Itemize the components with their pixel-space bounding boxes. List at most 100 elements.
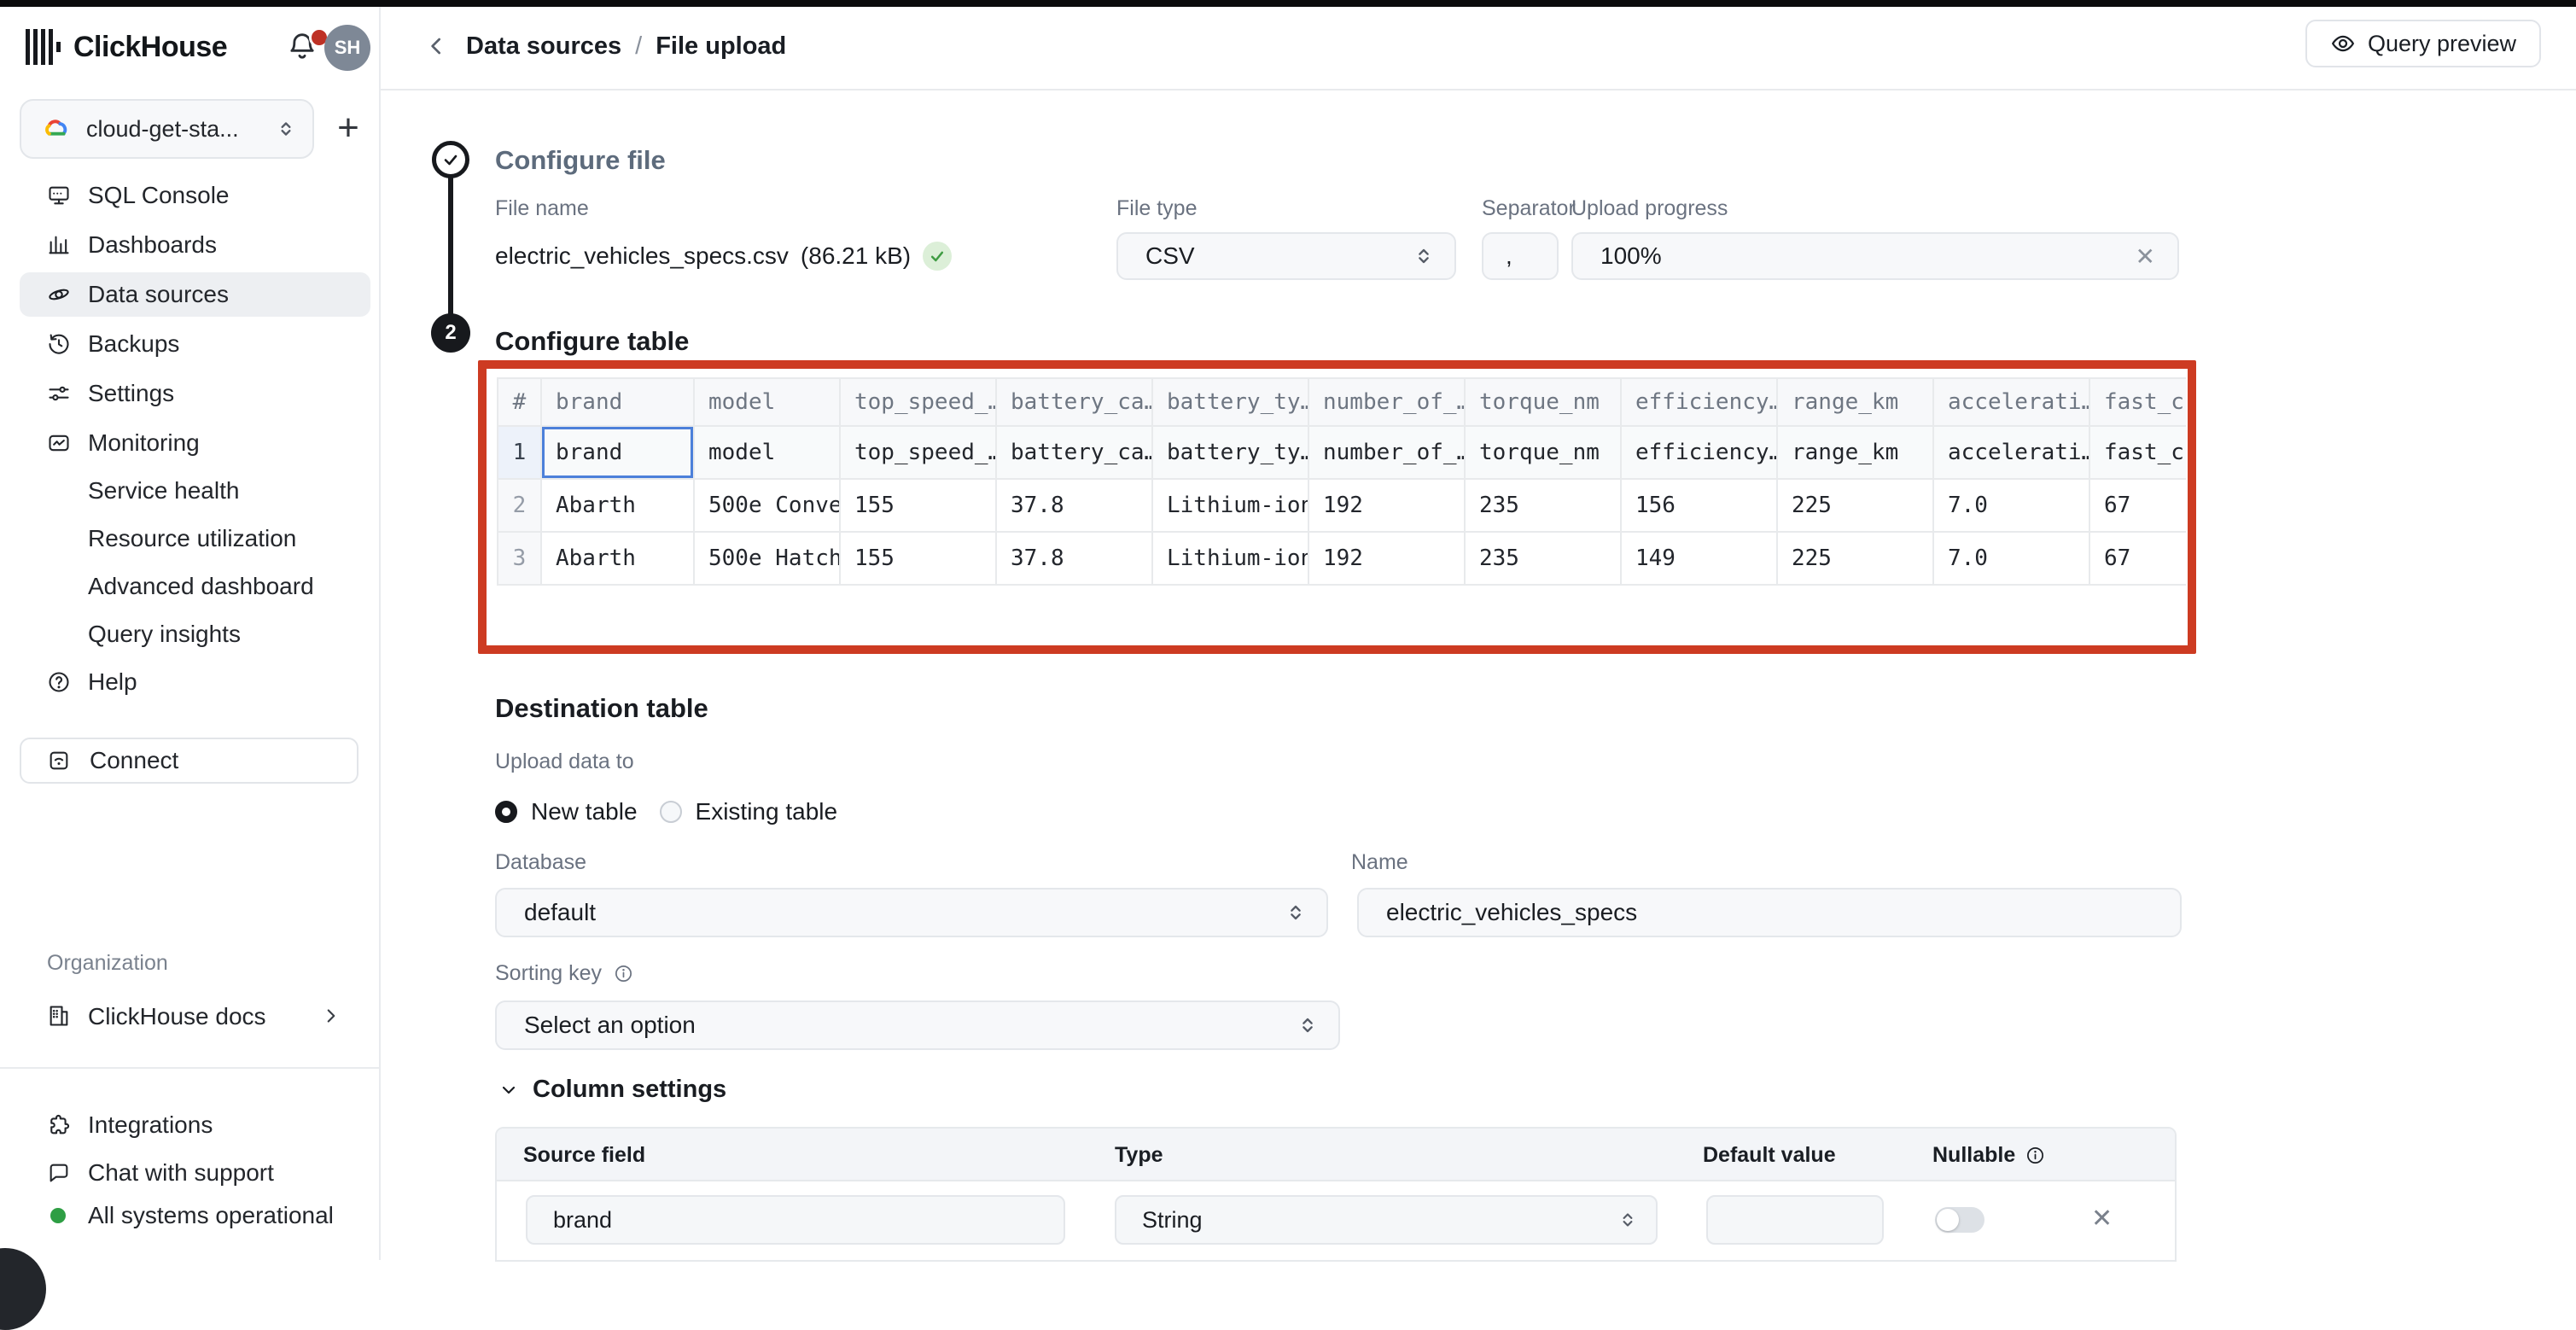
- sidebar-item-backups[interactable]: Backups: [20, 322, 370, 366]
- sidebar-item-integrations[interactable]: Integrations: [20, 1103, 370, 1147]
- file-type-select[interactable]: CSV: [1116, 232, 1456, 280]
- connect-label: Connect: [90, 747, 178, 774]
- preview-cell[interactable]: efficiency…: [1621, 426, 1777, 479]
- preview-cell[interactable]: 500e Hatch…: [694, 532, 840, 585]
- preview-cell[interactable]: 67: [2089, 479, 2186, 532]
- preview-cell[interactable]: 225: [1777, 532, 1933, 585]
- upload-progress-field[interactable]: 100% ✕: [1571, 232, 2179, 280]
- breadcrumb-data-sources[interactable]: Data sources: [466, 32, 621, 61]
- default-value-input[interactable]: [1706, 1195, 1884, 1245]
- column-settings-table: Source field Type Default value Nullable…: [495, 1127, 2177, 1262]
- preview-cell[interactable]: 235: [1465, 532, 1621, 585]
- upload-progress-label: Upload progress: [1571, 196, 1728, 221]
- radio-new-table[interactable]: New table: [495, 798, 638, 825]
- preview-row-number: 1: [498, 426, 541, 479]
- preview-cell[interactable]: 235: [1465, 479, 1621, 532]
- remove-column-icon[interactable]: ✕: [2091, 1204, 2113, 1234]
- upload-data-to-label: Upload data to: [495, 750, 634, 774]
- sidebar-item-advanced-dashboard[interactable]: Advanced dashboard: [20, 564, 370, 609]
- preview-cell[interactable]: 155: [840, 479, 996, 532]
- radio-dot[interactable]: [660, 801, 682, 823]
- radio-existing-table[interactable]: Existing table: [660, 798, 838, 825]
- upload-data-to-options: New table Existing table: [495, 790, 837, 833]
- sidebar-item-service-health[interactable]: Service health: [20, 469, 370, 513]
- preview-cell[interactable]: number_of_…: [1308, 426, 1465, 479]
- chevron-right-icon: [320, 1005, 342, 1027]
- preview-cell[interactable]: Lithium-ion: [1152, 532, 1308, 585]
- database-select[interactable]: default: [495, 888, 1328, 937]
- preview-cell[interactable]: battery_ty…: [1152, 426, 1308, 479]
- type-select[interactable]: String: [1115, 1195, 1658, 1245]
- preview-cell[interactable]: accelerati…: [1933, 426, 2089, 479]
- preview-cell[interactable]: 192: [1308, 479, 1465, 532]
- data-sources-icon: [47, 283, 71, 306]
- sidebar-item-monitoring[interactable]: Monitoring: [20, 421, 370, 465]
- preview-cell[interactable]: 7.0: [1933, 479, 2089, 532]
- name-label: Name: [1351, 850, 1408, 875]
- preview-row-number: 2: [498, 479, 541, 532]
- step-2-indicator: 2: [431, 313, 470, 353]
- sidebar-item-query-insights[interactable]: Query insights: [20, 612, 370, 656]
- preview-cell[interactable]: model: [694, 426, 840, 479]
- sidebar-item-sql-console[interactable]: SQL Console: [20, 173, 370, 218]
- preview-cell[interactable]: 156: [1621, 479, 1777, 532]
- sidebar-item-dashboards[interactable]: Dashboards: [20, 223, 370, 267]
- sidebar-item-label: Dashboards: [88, 231, 217, 259]
- sidebar-item-data-sources[interactable]: Data sources: [20, 272, 370, 317]
- chevron-down-icon: [498, 1080, 519, 1100]
- docs-label: ClickHouse docs: [88, 1003, 266, 1030]
- separator-label: Separator: [1482, 196, 1576, 221]
- column-settings-header: Source field Type Default value Nullable: [497, 1129, 2175, 1181]
- preview-cell[interactable]: range_km: [1777, 426, 1933, 479]
- source-field-input[interactable]: brand: [526, 1195, 1065, 1245]
- column-settings-toggle[interactable]: Column settings: [498, 1076, 726, 1104]
- service-switcher[interactable]: cloud-get-sta...: [20, 99, 314, 159]
- sidebar-item-settings[interactable]: Settings: [20, 371, 370, 416]
- chevron-updown-icon: [1412, 244, 1436, 268]
- sidebar-item-all-systems-operational[interactable]: All systems operational: [20, 1193, 370, 1238]
- preview-cell[interactable]: 192: [1308, 532, 1465, 585]
- breadcrumb-separator: /: [635, 32, 642, 61]
- preview-cell[interactable]: 7.0: [1933, 532, 2089, 585]
- preview-cell[interactable]: Abarth: [541, 532, 694, 585]
- sidebar-item-resource-utilization[interactable]: Resource utilization: [20, 516, 370, 561]
- sidebar-item-help[interactable]: Help: [20, 660, 370, 704]
- add-service-button[interactable]: +: [328, 108, 369, 149]
- radio-label: Existing table: [696, 798, 838, 825]
- preview-cell[interactable]: fast_cha: [2089, 426, 2186, 479]
- clickhouse-logo-icon: [24, 27, 63, 67]
- preview-cell[interactable]: brand: [541, 426, 694, 479]
- sidebar-item-chat-with-support[interactable]: Chat with support: [20, 1151, 370, 1195]
- sorting-key-select[interactable]: Select an option: [495, 1000, 1340, 1050]
- query-preview-button[interactable]: Query preview: [2305, 20, 2541, 67]
- preview-cell[interactable]: 149: [1621, 532, 1777, 585]
- back-button[interactable]: [423, 32, 451, 60]
- separator-input[interactable]: ,: [1482, 232, 1559, 280]
- chat-widget-bubble[interactable]: [0, 1248, 46, 1330]
- connect-button[interactable]: Connect: [20, 738, 358, 784]
- preview-cell[interactable]: Lithium-ion: [1152, 479, 1308, 532]
- preview-cell[interactable]: torque_nm: [1465, 426, 1621, 479]
- nullable-toggle[interactable]: [1935, 1207, 1984, 1233]
- preview-cell[interactable]: 500e Conve…: [694, 479, 840, 532]
- radio-label: New table: [531, 798, 638, 825]
- preview-cell[interactable]: 225: [1777, 479, 1933, 532]
- avatar[interactable]: SH: [324, 25, 370, 71]
- close-icon[interactable]: ✕: [2136, 242, 2155, 271]
- preview-cell[interactable]: 37.8: [996, 532, 1152, 585]
- chevron-updown-icon: [1617, 1209, 1639, 1231]
- table-name-input[interactable]: electric_vehicles_specs: [1357, 888, 2182, 937]
- docs-icon: [47, 1004, 71, 1028]
- breadcrumb-file-upload: File upload: [656, 32, 786, 61]
- preview-cell[interactable]: 37.8: [996, 479, 1152, 532]
- radio-dot[interactable]: [495, 801, 517, 823]
- preview-cell[interactable]: 155: [840, 532, 996, 585]
- preview-cell[interactable]: Abarth: [541, 479, 694, 532]
- configure-table-title: Configure table: [495, 326, 689, 357]
- sidebar-item-docs[interactable]: ClickHouse docs: [20, 994, 370, 1038]
- preview-cell[interactable]: top_speed_…: [840, 426, 996, 479]
- preview-cell[interactable]: battery_ca…: [996, 426, 1152, 479]
- preview-cell[interactable]: 67: [2089, 532, 2186, 585]
- organization-label: Organization: [47, 951, 168, 976]
- default-value-header: Default value: [1703, 1143, 1836, 1168]
